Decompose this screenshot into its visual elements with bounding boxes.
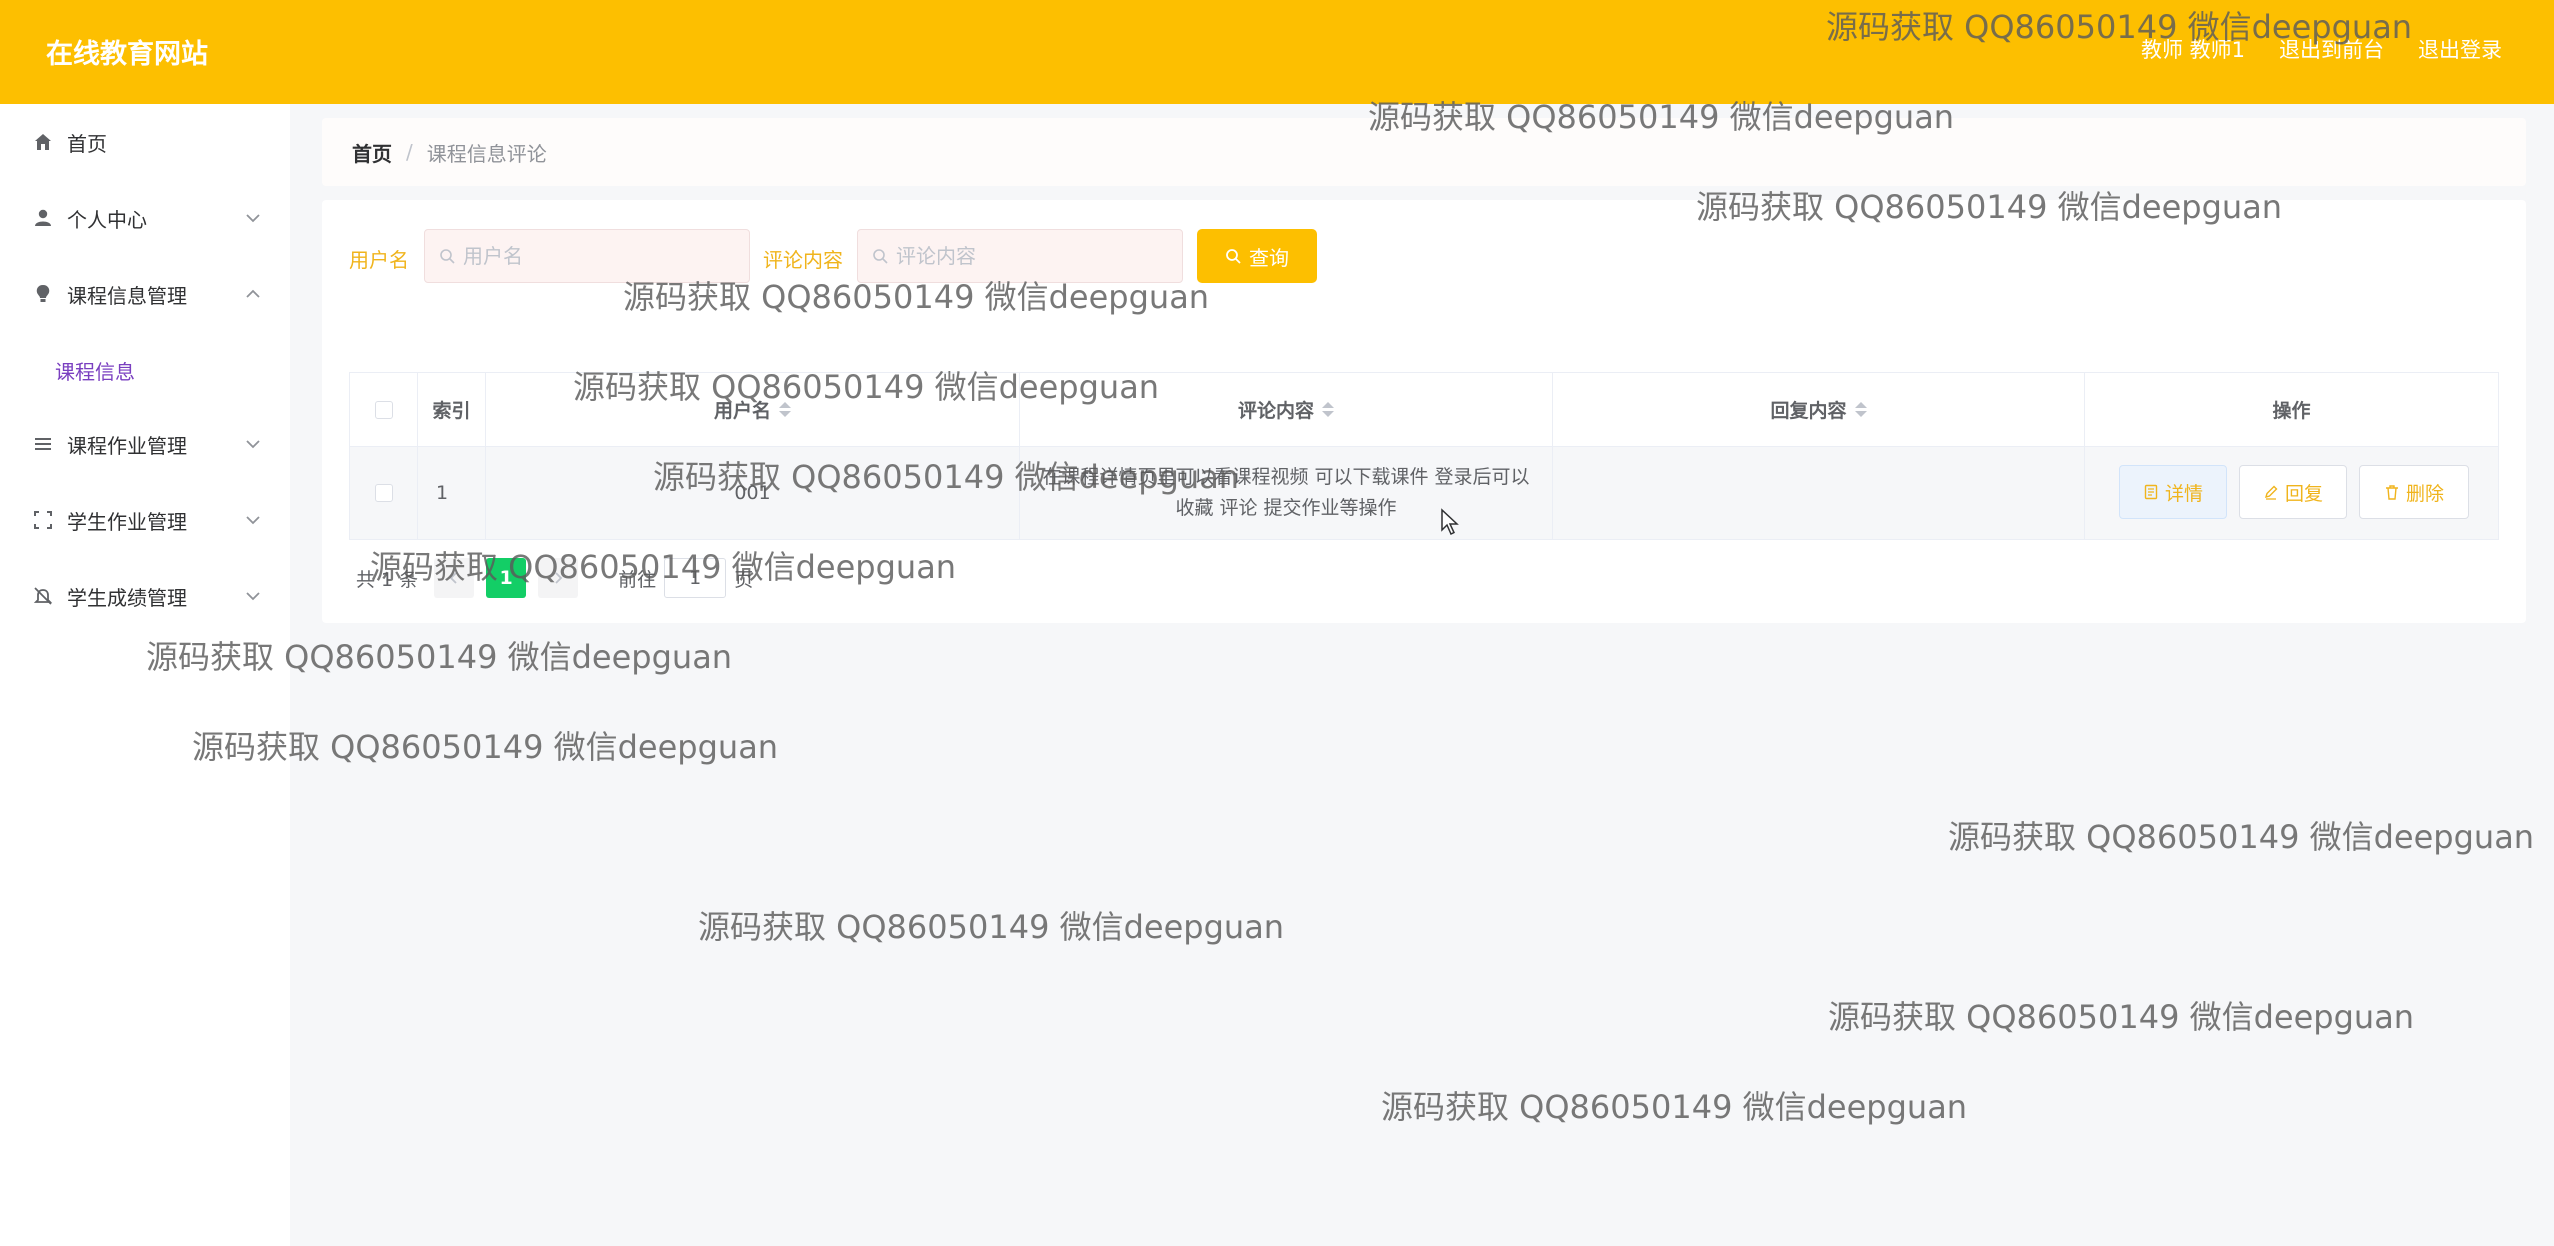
comments-table: 索引 用户名 评论内容 回复内容 操作 1 001 在课程详情页里可以看课程视频 (349, 372, 2499, 540)
current-user: 教师 教师1 (2140, 38, 2245, 62)
row-index: 1 (418, 447, 486, 539)
goto-page-input[interactable] (664, 558, 727, 598)
chevron-left-icon (449, 572, 457, 584)
sidebar-item-label: 学生作业管理 (67, 509, 187, 534)
row-actions: 详情 回复 删除 (2085, 447, 2498, 539)
detail-button[interactable]: 详情 (2119, 465, 2227, 519)
list-icon (32, 433, 54, 455)
sidebar-item-course-info[interactable]: 课程信息管理 (0, 256, 290, 332)
sidebar: 首页 个人中心 课程信息管理 课程信息 课程作业管理 学生作业管理 学生成绩管理 (0, 104, 290, 1246)
header-comment-label: 评论内容 (1237, 400, 1314, 422)
sort-icon[interactable] (1854, 402, 1867, 417)
top-header: 在线教育网站 教师 教师1 退出到前台 退出登录 (0, 0, 2554, 104)
header-username-label: 用户名 (713, 400, 771, 422)
sidebar-item-personal-center[interactable]: 个人中心 (0, 180, 290, 256)
row-comment: 在课程详情页里可以看课程视频 可以下载课件 登录后可以收藏 评论 提交作业等操作 (1042, 466, 1530, 519)
sidebar-item-label: 学生成绩管理 (67, 585, 187, 610)
header-username[interactable]: 用户名 (486, 373, 1020, 446)
sort-icon[interactable] (1322, 402, 1334, 417)
header-reply-label: 回复内容 (1770, 400, 1847, 422)
detail-button-label: 详情 (2164, 482, 2203, 505)
prev-page-button[interactable] (434, 558, 475, 598)
chevron-down-icon (246, 214, 260, 223)
home-icon (32, 131, 54, 153)
bulb-icon (32, 283, 54, 305)
row-reply (1553, 447, 2085, 539)
sidebar-item-student-grades[interactable]: 学生成绩管理 (0, 558, 290, 634)
comment-input[interactable] (896, 244, 1096, 268)
chevron-down-icon (246, 440, 260, 449)
reply-button-label: 回复 (2284, 482, 2323, 505)
header-reply[interactable]: 回复内容 (1553, 373, 2085, 446)
watermark-text: 源码获取 QQ86050149 微信deepguan (698, 908, 1285, 946)
username-label: 用户名 (349, 248, 409, 272)
breadcrumb-current: 课程信息评论 (426, 141, 547, 166)
search-icon (873, 249, 888, 264)
mouse-cursor-icon (1441, 508, 1459, 536)
row-select-cell (350, 447, 418, 539)
breadcrumb-home[interactable]: 首页 (352, 138, 392, 167)
row-checkbox[interactable] (374, 484, 393, 502)
chevron-right-icon (555, 572, 563, 584)
sidebar-subitem-course-info[interactable]: 课程信息 (55, 356, 135, 385)
chevron-down-icon (246, 592, 260, 601)
goto-suffix: 页 (734, 568, 754, 591)
page-number-current[interactable]: 1 (486, 558, 527, 598)
row-username: 001 (486, 447, 1020, 539)
query-button[interactable]: 查询 (1197, 229, 1317, 283)
sidebar-item-label: 课程信息管理 (67, 283, 187, 308)
sidebar-item-label: 首页 (67, 131, 107, 156)
username-input[interactable] (463, 244, 663, 268)
chevron-up-icon (246, 289, 260, 298)
watermark-text: 源码获取 QQ86050149 微信deepguan (1828, 998, 2415, 1036)
sidebar-item-label: 个人中心 (67, 207, 147, 232)
search-icon (440, 249, 455, 264)
trash-icon (2385, 485, 2398, 500)
document-icon (2144, 484, 2158, 500)
sidebar-item-course-homework[interactable]: 课程作业管理 (0, 406, 290, 482)
header-actions: 操作 (2272, 400, 2311, 422)
select-all-cell (350, 373, 418, 446)
main-content: 用户名 评论内容 查询 索引 用户名 评论内容 回复内容 (322, 200, 2526, 623)
goto-prefix: 前往 (618, 568, 657, 591)
chevron-down-icon (246, 516, 260, 525)
pagination-total: 共 1 条 (356, 568, 419, 591)
table-row: 1 001 在课程详情页里可以看课程视频 可以下载课件 登录后可以收藏 评论 提… (350, 447, 2498, 539)
next-page-button[interactable] (538, 558, 579, 598)
scan-icon (32, 509, 54, 531)
site-logo[interactable]: 在线教育网站 (46, 32, 208, 71)
comment-label: 评论内容 (763, 248, 843, 272)
query-button-label: 查询 (1249, 245, 1289, 270)
bell-off-icon (32, 585, 54, 607)
search-icon (1226, 249, 1241, 264)
sidebar-item-label: 课程作业管理 (67, 433, 187, 458)
header-links: 教师 教师1 退出到前台 退出登录 (2141, 34, 2502, 64)
header-comment[interactable]: 评论内容 (1020, 373, 1553, 446)
breadcrumb: 首页 / 课程信息评论 (322, 118, 2526, 186)
select-all-checkbox[interactable] (374, 400, 393, 419)
exit-to-front-link[interactable]: 退出到前台 (2279, 34, 2384, 64)
table-header: 索引 用户名 评论内容 回复内容 操作 (350, 373, 2498, 447)
breadcrumb-separator: / (406, 140, 413, 164)
row-comment-cell: 在课程详情页里可以看课程视频 可以下载课件 登录后可以收藏 评论 提交作业等操作 (1020, 447, 1553, 539)
sidebar-item-home[interactable]: 首页 (0, 104, 290, 180)
edit-icon (2264, 485, 2278, 500)
sidebar-item-student-homework[interactable]: 学生作业管理 (0, 482, 290, 558)
watermark-text: 源码获取 QQ86050149 微信deepguan (1948, 818, 2535, 856)
user-icon (32, 207, 54, 229)
header-index: 索引 (418, 373, 486, 446)
logout-link[interactable]: 退出登录 (2418, 34, 2502, 64)
watermark-text: 源码获取 QQ86050149 微信deepguan (1381, 1088, 1968, 1126)
pagination: 共 1 条 1 前往 页 (356, 558, 753, 598)
username-search-field[interactable] (424, 229, 750, 283)
delete-button[interactable]: 删除 (2359, 465, 2469, 519)
reply-button[interactable]: 回复 (2239, 465, 2347, 519)
delete-button-label: 删除 (2405, 482, 2444, 505)
comment-search-field[interactable] (857, 229, 1183, 283)
sort-icon[interactable] (779, 402, 791, 417)
